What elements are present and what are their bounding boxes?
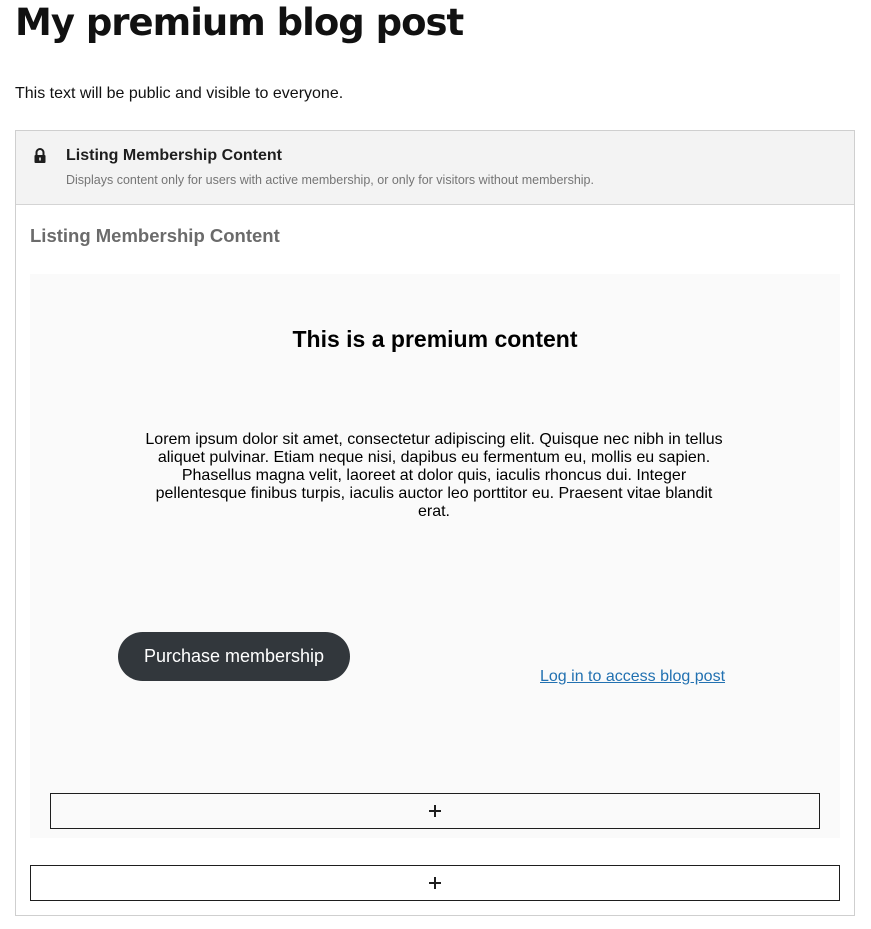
premium-paragraph[interactable]: Lorem ipsum dolor sit amet, consectetur … (142, 431, 726, 521)
premium-content-container[interactable]: This is a premium content Lorem ipsum do… (30, 274, 840, 838)
block-placeholder-header: Listing Membership Content Displays cont… (16, 131, 854, 205)
page-title[interactable]: My premium blog post (15, 0, 464, 46)
premium-heading[interactable]: This is a premium content (30, 326, 840, 353)
content-heading[interactable]: Listing Membership Content (30, 225, 280, 247)
plus-icon (429, 877, 441, 889)
inner-add-block-button[interactable] (50, 793, 820, 829)
outer-add-block-button[interactable] (30, 865, 840, 901)
login-link[interactable]: Log in to access blog post (540, 668, 725, 686)
public-paragraph[interactable]: This text will be public and visible to … (15, 84, 343, 104)
membership-content-block[interactable]: Listing Membership Content Displays cont… (15, 130, 855, 916)
purchase-membership-button[interactable]: Purchase membership (118, 632, 350, 681)
block-description: Displays content only for users with act… (66, 173, 594, 187)
block-title: Listing Membership Content (66, 147, 282, 164)
lock-icon (33, 148, 47, 164)
plus-icon (429, 805, 441, 817)
